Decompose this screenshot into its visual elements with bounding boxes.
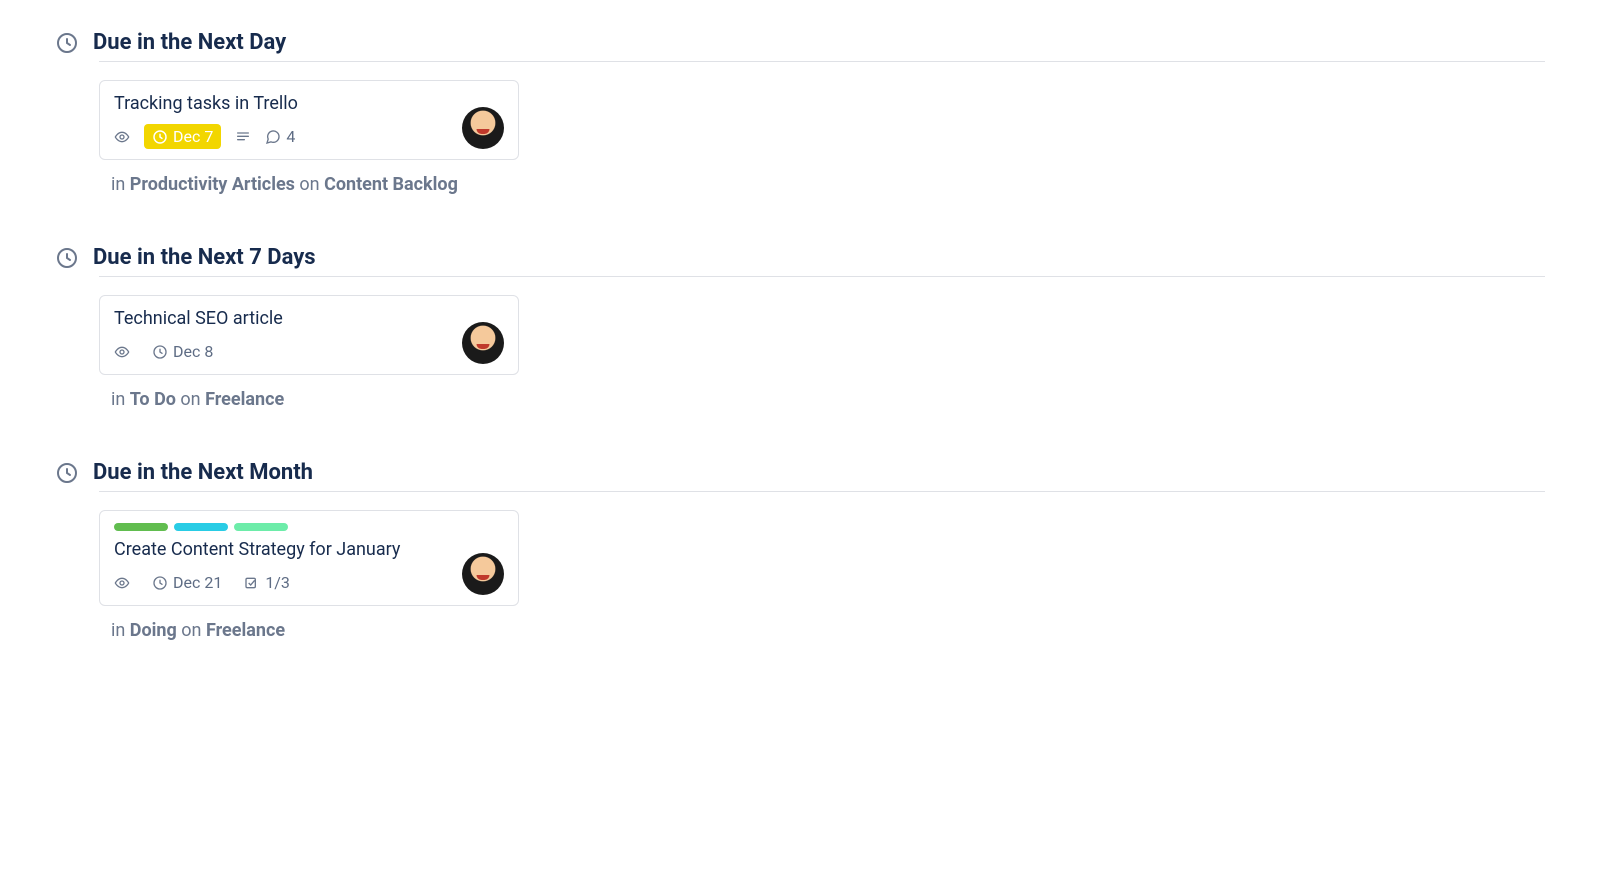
section-title: Due in the Next Day [93,30,286,55]
label-pill[interactable] [234,523,288,531]
watch-badge [114,344,130,360]
checklist-count: 1/3 [265,573,290,592]
watch-badge [114,575,130,591]
due-clock-icon [152,129,168,145]
comments-badge: 4 [265,127,295,146]
task-card[interactable]: Create Content Strategy for January Dec 2… [99,510,519,606]
due-date-text: Dec 21 [173,573,222,592]
badges-row: Dec 21 1/3 [114,570,504,595]
checklist-badge: 1/3 [244,573,290,592]
section-header: Due in the Next Month [55,460,1545,485]
due-section: Due in the Next Month Create Content Stra… [55,460,1545,641]
board-link[interactable]: Content Backlog [324,174,458,195]
badges-row: Dec 8 [114,339,504,364]
section-divider [99,491,1545,492]
description-badge [235,129,251,145]
task-card[interactable]: Tracking tasks in Trello Dec 7 4 [99,80,519,160]
member-avatar[interactable] [462,322,504,364]
due-clock-icon [152,344,168,360]
board-link[interactable]: Freelance [205,389,284,410]
card-location: in Doing on Freelance [111,620,1545,641]
clock-icon [55,31,79,55]
comment-icon [265,129,281,145]
section-header: Due in the Next 7 Days [55,245,1545,270]
section-header: Due in the Next Day [55,30,1545,55]
card-title: Create Content Strategy for January [114,539,504,560]
watch-badge [114,129,130,145]
due-date-text: Dec 8 [173,342,213,361]
list-link[interactable]: Productivity Articles [130,174,295,195]
due-clock-icon [152,575,168,591]
watch-icon [114,344,130,360]
section-title: Due in the Next Month [93,460,313,485]
due-date-badge[interactable]: Dec 7 [144,124,221,149]
due-section: Due in the Next 7 Days Technical SEO arti… [55,245,1545,410]
clock-icon [55,246,79,270]
watch-icon [114,129,130,145]
description-icon [235,129,251,145]
board-link[interactable]: Freelance [206,620,285,641]
due-date-text: Dec 7 [173,127,213,146]
member-avatar[interactable] [462,553,504,595]
card-location: in To Do on Freelance [111,389,1545,410]
label-pill[interactable] [174,523,228,531]
card-title: Tracking tasks in Trello [114,93,504,114]
task-card[interactable]: Technical SEO article Dec 8 [99,295,519,375]
checklist-icon [244,575,260,591]
badges-row: Dec 7 4 [114,124,504,149]
watch-icon [114,575,130,591]
member-avatar[interactable] [462,107,504,149]
labels-row [114,523,504,531]
section-title: Due in the Next 7 Days [93,245,316,270]
label-pill[interactable] [114,523,168,531]
comments-count: 4 [286,127,295,146]
list-link[interactable]: To Do [130,389,176,410]
due-section: Due in the Next Day Tracking tasks in Tre… [55,30,1545,195]
card-location: in Productivity Articles on Content Back… [111,174,1545,195]
clock-icon [55,461,79,485]
section-divider [99,61,1545,62]
due-date-badge[interactable]: Dec 8 [144,339,221,364]
section-divider [99,276,1545,277]
card-title: Technical SEO article [114,308,504,329]
due-date-badge[interactable]: Dec 21 [144,570,230,595]
list-link[interactable]: Doing [130,620,177,641]
